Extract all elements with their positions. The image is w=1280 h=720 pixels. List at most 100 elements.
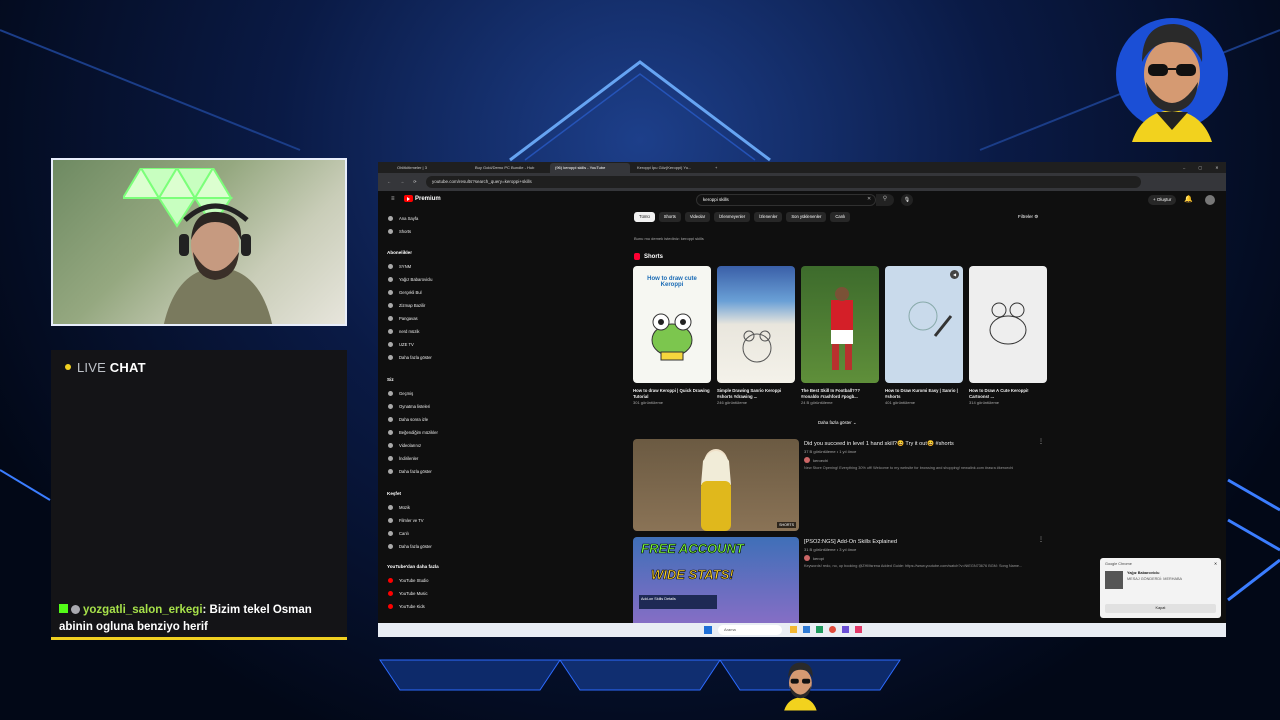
- short-card[interactable]: How to draw cute Keroppi How to draw Ker…: [633, 266, 711, 405]
- sketch-drawing: [908, 301, 953, 337]
- sidebar-item-music[interactable]: Müzik: [388, 503, 410, 512]
- chrome-icon[interactable]: [829, 626, 836, 633]
- streamer-avatar-logo: [1116, 18, 1228, 142]
- thumb-text: FREE ACCOUNT: [641, 541, 744, 557]
- short-title[interactable]: How to draw Keroppi | Quick Drawing Tuto…: [633, 388, 711, 399]
- short-card[interactable]: Simple Drawing Sanrio Keroppi #shorts #d…: [717, 266, 795, 405]
- chat-username[interactable]: yozgatli_salon_erkegi: [83, 604, 203, 616]
- show-more-button[interactable]: Daha fazla göster ⌄: [818, 420, 857, 426]
- chip-live[interactable]: Canlı: [830, 212, 851, 222]
- mic-icon[interactable]: 🎙: [901, 194, 913, 206]
- sidebar-show-more[interactable]: Daha fazla göster: [388, 353, 432, 362]
- did-you-mean[interactable]: Bunu mu demek istediniz: keroppi skills: [634, 236, 704, 241]
- youtube-header: ≡ Premium keroppi skills ✕ ⚲ 🎙 + Oluştur…: [378, 191, 1226, 209]
- chrome-notification[interactable]: Google Chrome ✕ Yağız Babaroviclu MESAJ …: [1100, 558, 1221, 618]
- sidebar-sub[interactable]: SYNM: [388, 262, 411, 271]
- chip-recent[interactable]: Son yüklenenler: [786, 212, 827, 222]
- address-bar[interactable]: youtube.com/results?search_query=keroppi…: [426, 176, 1141, 188]
- video-thumbnail[interactable]: SHORTS: [633, 439, 799, 531]
- video-stats: 31 B görüntüleme • 3 yıl önce: [804, 547, 857, 552]
- sidebar-section-subs[interactable]: Abonelikler: [387, 250, 412, 255]
- menu-icon[interactable]: ≡: [386, 194, 400, 204]
- mute-icon[interactable]: ◀: [950, 270, 959, 279]
- chip-unwatched[interactable]: İzlenmeyenler: [714, 212, 751, 222]
- browser-tab[interactable]: Ohlitkitirmeler | 3: [392, 163, 468, 173]
- video-thumbnail[interactable]: FREE ACCOUNT WIDE STATS! Add-on Skills D…: [633, 537, 799, 629]
- sidebar-sub[interactable]: Pangavas: [388, 314, 418, 323]
- sidebar-item-playlists[interactable]: Oynatma listeleri: [388, 402, 430, 411]
- football-player: [831, 287, 853, 370]
- taskbar-search[interactable]: Arama: [718, 625, 782, 635]
- more-options-icon[interactable]: ⋮: [1038, 536, 1044, 543]
- edge-icon[interactable]: [803, 626, 810, 633]
- app-icon[interactable]: [855, 626, 862, 633]
- short-title[interactable]: The Best Skill In Football??? #ronaldo #…: [801, 388, 879, 399]
- short-card[interactable]: How to Draw A Cute Keroppi! Cartoons! ..…: [969, 266, 1047, 405]
- video-channel[interactable]: keroechi: [804, 457, 1054, 463]
- app-icon[interactable]: [816, 626, 823, 633]
- short-views: 246 görüntüleme: [717, 400, 748, 405]
- short-card[interactable]: The Best Skill In Football??? #ronaldo #…: [801, 266, 879, 405]
- search-icon[interactable]: ⚲: [876, 194, 894, 206]
- short-views: 24 B görüntüleme: [801, 400, 833, 405]
- sidebar-sub[interactable]: UZE TV: [388, 340, 414, 349]
- youtube-logo[interactable]: Premium: [404, 195, 441, 202]
- window-controls[interactable]: – ▢ ✕: [1178, 163, 1224, 173]
- clear-search-icon[interactable]: ✕: [862, 194, 876, 204]
- sidebar-item-your-videos[interactable]: Videolarınız: [388, 441, 421, 450]
- notifications-icon[interactable]: 🔔: [1184, 195, 1193, 203]
- sidebar-sub[interactable]: nerd müzik: [388, 327, 419, 336]
- home-icon: [388, 216, 393, 221]
- sidebar-item-live[interactable]: Canlı: [388, 529, 409, 538]
- video-channel[interactable]: keropi: [804, 555, 1054, 561]
- chip-shorts[interactable]: Shorts: [658, 212, 681, 222]
- sidebar-item-movies[interactable]: Filmler ve TV: [388, 516, 424, 525]
- windows-start-icon[interactable]: [704, 626, 712, 634]
- browser-tab-active[interactable]: (96) keroppi skills - YouTube: [550, 163, 630, 173]
- sidebar-sub[interactable]: Gerçekli Bul: [388, 288, 422, 297]
- create-button[interactable]: + Oluştur: [1148, 195, 1177, 205]
- short-views: 301 görüntüleme: [633, 400, 664, 405]
- sidebar-item-shorts[interactable]: Shorts: [388, 227, 411, 236]
- sidebar-item-downloads[interactable]: İndirilenler: [388, 454, 418, 463]
- short-views: 314 görüntüleme: [969, 400, 1000, 405]
- sidebar-sub[interactable]: Yağız Babaroviclu: [388, 275, 432, 284]
- new-tab-button[interactable]: +: [710, 163, 720, 173]
- search-input[interactable]: keroppi skills: [696, 194, 876, 206]
- sidebar-item-home[interactable]: Ana Sayfa: [388, 214, 418, 223]
- video-title[interactable]: [PSO2:NGS] Add-On Skills Explained: [804, 539, 1054, 545]
- app-icon[interactable]: [842, 626, 849, 633]
- short-thumbnail: ◀: [885, 266, 963, 383]
- sidebar-item-yt-music[interactable]: YouTube Music: [388, 589, 428, 598]
- video-meta: Did you succeed in level 1 hand skill?😆 …: [804, 441, 1054, 470]
- short-title[interactable]: How to Draw Kuromi Easy | Sanrio | #shor…: [885, 388, 963, 399]
- sidebar-sub[interactable]: Zizmap Bazilir: [388, 301, 425, 310]
- short-title[interactable]: Simple Drawing Sanrio Keroppi #shorts #d…: [717, 388, 795, 399]
- browser-tab[interactable]: Keroppi İpu Göz(Keroppi) Yu...: [632, 163, 708, 173]
- taskbar-apps: [790, 626, 862, 633]
- sidebar-section-you[interactable]: Siz: [387, 377, 394, 382]
- filters-button[interactable]: Filtreler ⚙: [1018, 214, 1038, 220]
- notification-close-button[interactable]: Kapat: [1105, 604, 1216, 613]
- close-icon[interactable]: ✕: [1214, 561, 1217, 566]
- more-options-icon[interactable]: ⋮: [1038, 438, 1044, 445]
- short-card[interactable]: ◀ How to Draw Kuromi Easy | Sanrio | #sh…: [885, 266, 963, 405]
- browser-tab[interactable]: Buy Gold/Demo PC Bundle - Hub: [470, 163, 548, 173]
- short-title[interactable]: How to Draw A Cute Keroppi! Cartoons! ..…: [969, 388, 1047, 399]
- video-description: Keywords! redo, no, up booking @ZHMsrena…: [804, 564, 1023, 568]
- sidebar-item-watch-later[interactable]: Daha sonra izle: [388, 415, 428, 424]
- sidebar-show-more[interactable]: Daha fazla göster: [388, 542, 432, 551]
- sidebar-item-liked-music[interactable]: Beğendiğim müzikler: [388, 428, 438, 437]
- video-title[interactable]: Did you succeed in level 1 hand skill?😆 …: [804, 441, 1054, 447]
- nav-buttons[interactable]: ← → ⟳: [382, 177, 422, 187]
- playlist-icon: [388, 404, 393, 409]
- chip-all[interactable]: Tümü: [634, 212, 655, 222]
- profile-avatar[interactable]: [1205, 195, 1215, 205]
- explorer-icon[interactable]: [790, 626, 797, 633]
- sidebar-item-history[interactable]: Geçmiş: [388, 389, 413, 398]
- sidebar-show-more[interactable]: Daha fazla göster: [388, 467, 432, 476]
- chip-videos[interactable]: Videolar: [684, 212, 711, 222]
- chip-watched[interactable]: İzlenenler: [754, 212, 783, 222]
- sidebar-item-studio[interactable]: YouTube Studio: [388, 576, 429, 585]
- sidebar-item-yt-kids[interactable]: YouTube Kids: [388, 602, 425, 611]
